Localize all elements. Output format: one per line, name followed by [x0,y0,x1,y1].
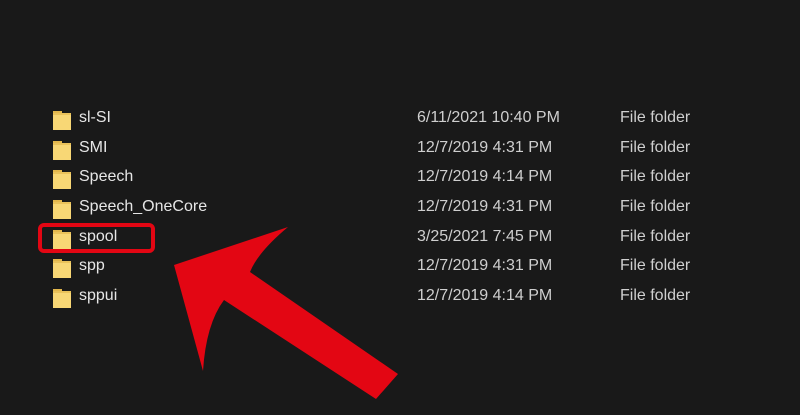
file-row[interactable]: sppui 12/7/2019 4:14 PM File folder [0,283,800,313]
file-name: spp [79,257,105,275]
file-row[interactable]: spp 12/7/2019 4:31 PM File folder [0,253,800,283]
file-date-modified: 12/7/2019 4:14 PM [417,287,553,305]
file-row[interactable]: sl-SI 6/11/2021 10:40 PM File folder [0,105,800,135]
file-date-modified: 3/25/2021 7:45 PM [417,227,553,245]
file-explorer-view: sl-SI 6/11/2021 10:40 PM File folder SMI… [0,0,800,415]
file-date-modified: 6/11/2021 10:40 PM [417,109,560,126]
file-name: sppui [79,287,118,305]
folder-icon [53,170,71,190]
folder-icon [53,140,71,160]
file-row[interactable]: Speech_OneCore 12/7/2019 4:31 PM File fo… [0,194,800,224]
file-name: SMI [79,138,108,156]
folder-icon [53,229,71,249]
file-date-modified: 12/7/2019 4:31 PM [417,257,553,275]
file-row[interactable]: Speech 12/7/2019 4:14 PM File folder [0,164,800,194]
file-list: sl-SI 6/11/2021 10:40 PM File folder SMI… [0,105,800,313]
file-row-spool[interactable]: spool 3/25/2021 7:45 PM File folder [0,224,800,254]
file-name: sl-SI [79,109,111,126]
file-type: File folder [620,287,691,305]
file-type: File folder [620,168,691,186]
file-date-modified: 12/7/2019 4:31 PM [417,138,553,156]
file-date-modified: 12/7/2019 4:31 PM [417,198,553,216]
file-name: Speech [79,168,134,186]
file-row[interactable]: SMI 12/7/2019 4:31 PM File folder [0,135,800,165]
folder-icon [53,259,71,279]
folder-icon [53,200,71,220]
file-name: spool [79,227,118,245]
file-name: Speech_OneCore [79,198,208,216]
file-type: File folder [620,257,691,275]
folder-icon [53,289,71,309]
file-type: File folder [620,138,691,156]
file-date-modified: 12/7/2019 4:14 PM [417,168,553,186]
file-type: File folder [620,227,691,245]
file-type: File folder [620,198,691,216]
folder-icon [53,111,71,130]
file-type: File folder [620,109,691,126]
